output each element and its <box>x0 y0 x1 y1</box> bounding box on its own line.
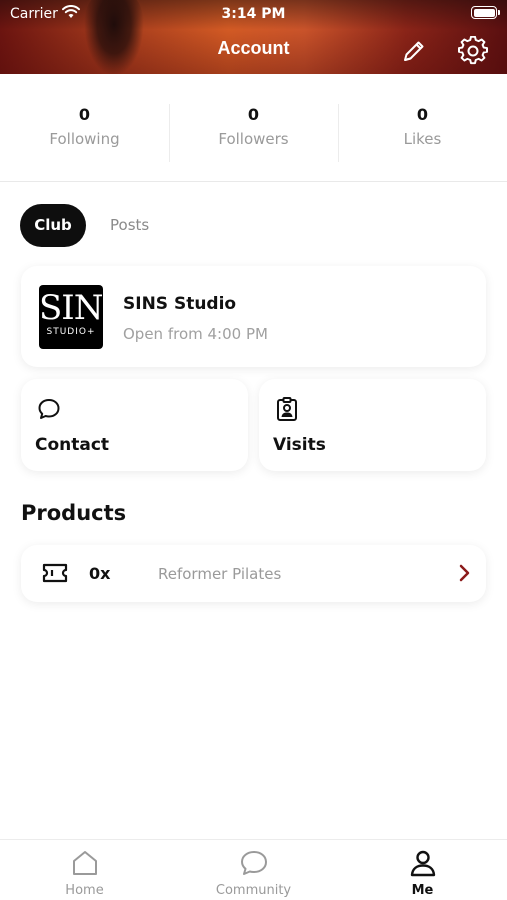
club-logo-text: SINS <box>39 288 103 328</box>
tab-club[interactable]: Club <box>20 203 86 247</box>
product-row[interactable]: 0x Reformer Pilates <box>21 545 486 602</box>
segment-tabs: Club Posts <box>20 203 149 247</box>
club-card[interactable]: SINS STUDIO+ SINS Studio Open from 4:00 … <box>21 266 486 367</box>
tabbar-label: Community <box>215 883 292 898</box>
product-quantity: 0x <box>89 564 111 583</box>
home-icon <box>72 851 97 875</box>
stat-followers[interactable]: 0 Followers <box>169 74 338 181</box>
stat-following[interactable]: 0 Following <box>0 74 169 181</box>
person-icon <box>410 850 435 877</box>
club-name: SINS Studio <box>123 294 237 314</box>
ticket-icon <box>42 563 68 583</box>
chat-bubble-icon <box>240 851 267 875</box>
product-name: Reformer Pilates <box>158 565 282 583</box>
contact-button[interactable]: Contact <box>21 379 248 471</box>
contact-label: Contact <box>35 435 110 455</box>
chevron-right-icon <box>459 564 470 582</box>
status-bar: Carrier 3:14 PM <box>0 0 507 28</box>
tabbar-label: Me <box>411 883 434 898</box>
page-title: Account <box>217 38 290 58</box>
battery-icon <box>471 6 500 19</box>
tabbar-me[interactable]: Me <box>338 840 507 900</box>
club-hours: Open from 4:00 PM <box>123 325 268 343</box>
club-logo: SINS STUDIO+ <box>39 285 103 349</box>
visits-button[interactable]: Visits <box>259 379 486 471</box>
chat-bubble-icon <box>38 399 60 419</box>
stat-value: 0 <box>78 105 91 124</box>
id-badge-icon <box>277 397 297 421</box>
tabbar-community[interactable]: Community <box>169 840 338 900</box>
stat-label: Followers <box>218 130 289 148</box>
edit-pencil-icon[interactable] <box>400 37 428 65</box>
stat-likes[interactable]: 0 Likes <box>338 74 507 181</box>
stat-label: Following <box>49 130 120 148</box>
club-logo-subtext: STUDIO+ <box>46 327 96 337</box>
bottom-tab-bar: Home Community Me <box>0 839 507 900</box>
stat-value: 0 <box>416 105 429 124</box>
gear-icon[interactable] <box>458 36 488 66</box>
profile-stats: 0 Following 0 Followers 0 Likes <box>0 74 507 182</box>
header: Carrier 3:14 PM Account <box>0 0 507 74</box>
stat-value: 0 <box>247 105 260 124</box>
tabbar-home[interactable]: Home <box>0 840 169 900</box>
visits-label: Visits <box>273 435 326 455</box>
products-heading: Products <box>21 501 127 525</box>
status-time: 3:14 PM <box>221 6 286 22</box>
tabbar-label: Home <box>65 883 104 898</box>
stat-label: Likes <box>403 130 442 148</box>
tab-posts[interactable]: Posts <box>110 216 149 234</box>
